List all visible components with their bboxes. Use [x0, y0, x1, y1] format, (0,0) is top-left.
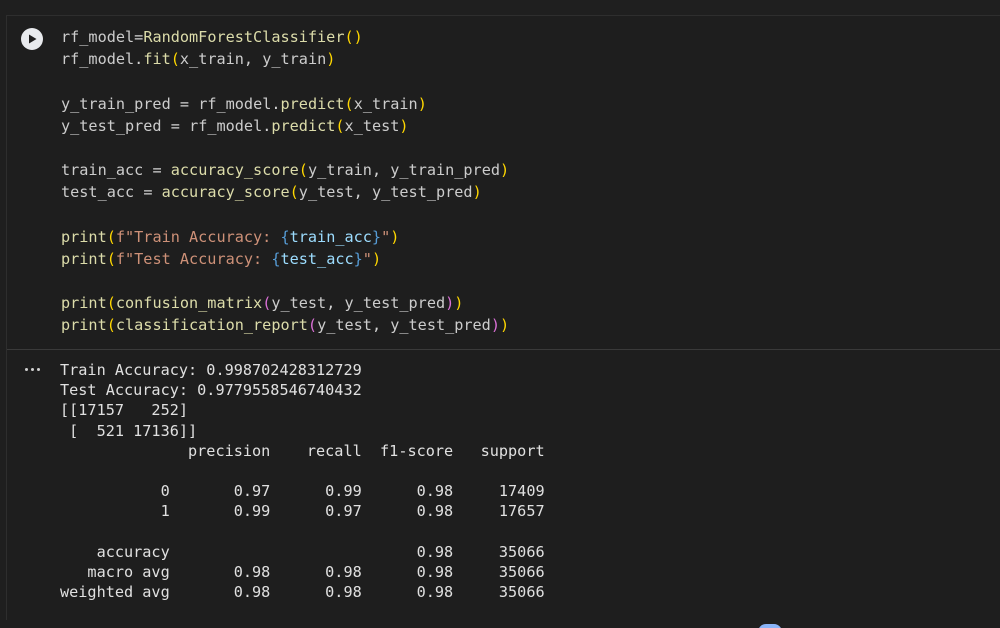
code-line: y_train_pred = rf_model.predict(x_train)	[61, 94, 427, 113]
output-line: Test Accuracy: 0.9779558546740432	[60, 381, 362, 400]
output-actions-button[interactable]	[21, 362, 43, 376]
more-horizontal-icon-dot	[36, 367, 40, 371]
code-line: y_test_pred = rf_model.predict(x_test)	[61, 116, 409, 135]
output-text: Train Accuracy: 0.998702428312729 Test Ac…	[60, 360, 545, 602]
more-horizontal-icon-dot	[30, 367, 34, 371]
code-editor[interactable]: rf_model=RandomForestClassifier() rf_mode…	[7, 16, 1000, 349]
code-line: train_acc = accuracy_score(y_train, y_tr…	[61, 161, 510, 180]
run-cell-button[interactable]	[21, 28, 43, 50]
output-line: 1 0.99 0.97 0.98 17657	[60, 502, 545, 521]
code-text[interactable]: rf_model=RandomForestClassifier() rf_mode…	[61, 26, 509, 337]
code-line: print(f"Test Accuracy: {test_acc}")	[61, 249, 382, 268]
play-icon	[29, 34, 37, 44]
output-line: accuracy 0.98 35066	[60, 542, 545, 561]
output-line: [ 521 17136]]	[60, 421, 198, 440]
cell-output: Train Accuracy: 0.998702428312729 Test Ac…	[7, 350, 1000, 620]
output-line: [[17157 252]	[60, 401, 189, 420]
output-line: macro avg 0.98 0.98 0.98 35066	[60, 562, 545, 581]
code-line: print(classification_report(y_test, y_te…	[61, 316, 510, 335]
scroll-indicator	[758, 624, 782, 628]
output-line: precision recall f1-score support	[60, 441, 545, 460]
output-line: Train Accuracy: 0.998702428312729	[60, 361, 362, 379]
more-horizontal-icon	[24, 367, 28, 371]
code-line: print(f"Train Accuracy: {train_acc}")	[61, 227, 400, 246]
output-line: weighted avg 0.98 0.98 0.98 35066	[60, 583, 545, 602]
code-line: test_acc = accuracy_score(y_test, y_test…	[61, 183, 482, 202]
code-line: rf_model.fit(x_train, y_train)	[61, 50, 336, 69]
code-line: print(confusion_matrix(y_test, y_test_pr…	[61, 294, 464, 313]
output-line: 0 0.97 0.99 0.98 17409	[60, 482, 545, 501]
notebook-code-cell[interactable]: rf_model=RandomForestClassifier() rf_mode…	[6, 15, 1000, 620]
code-line: rf_model=RandomForestClassifier()	[61, 28, 363, 46]
